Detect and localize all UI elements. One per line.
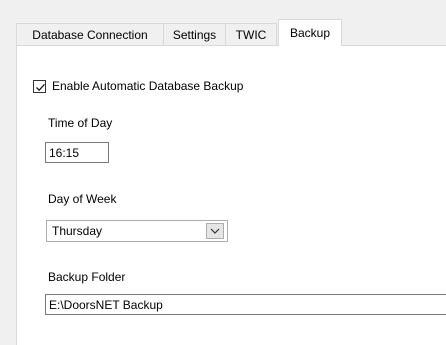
enable-backup-checkbox-row[interactable]: Enable Automatic Database Backup [33,79,243,93]
day-of-week-label: Day of Week [48,192,117,206]
backup-folder-input[interactable]: E:\DoorsNET Backup [45,294,446,315]
dropdown-button[interactable] [206,223,224,239]
time-of-day-label: Time of Day [48,116,113,130]
tab-settings[interactable]: Settings [163,23,226,45]
backup-tab-panel: Enable Automatic Database Backup Time of… [16,45,446,345]
tab-label: Database Connection [32,27,148,42]
backup-folder-label: Backup Folder [48,270,126,284]
time-of-day-value: 16:15 [49,145,80,160]
tab-label: Backup [289,26,331,40]
backup-folder-value: E:\DoorsNET Backup [49,297,163,312]
tab-label: TWIC [235,27,267,42]
tab-twic[interactable]: TWIC [225,23,277,45]
day-of-week-select[interactable]: Thursday [46,220,228,242]
tab-label: Settings [172,27,217,42]
day-of-week-value: Thursday [52,224,103,238]
tab-strip: Database Connection Settings TWIC Backup [16,19,446,46]
check-icon [36,83,45,91]
enable-backup-label: Enable Automatic Database Backup [52,79,244,93]
tab-backup[interactable]: Backup [278,19,342,46]
enable-backup-checkbox[interactable] [33,79,46,93]
tab-database-connection[interactable]: Database Connection [16,23,164,45]
chevron-down-icon [210,228,220,234]
time-of-day-input[interactable]: 16:15 [45,142,109,163]
